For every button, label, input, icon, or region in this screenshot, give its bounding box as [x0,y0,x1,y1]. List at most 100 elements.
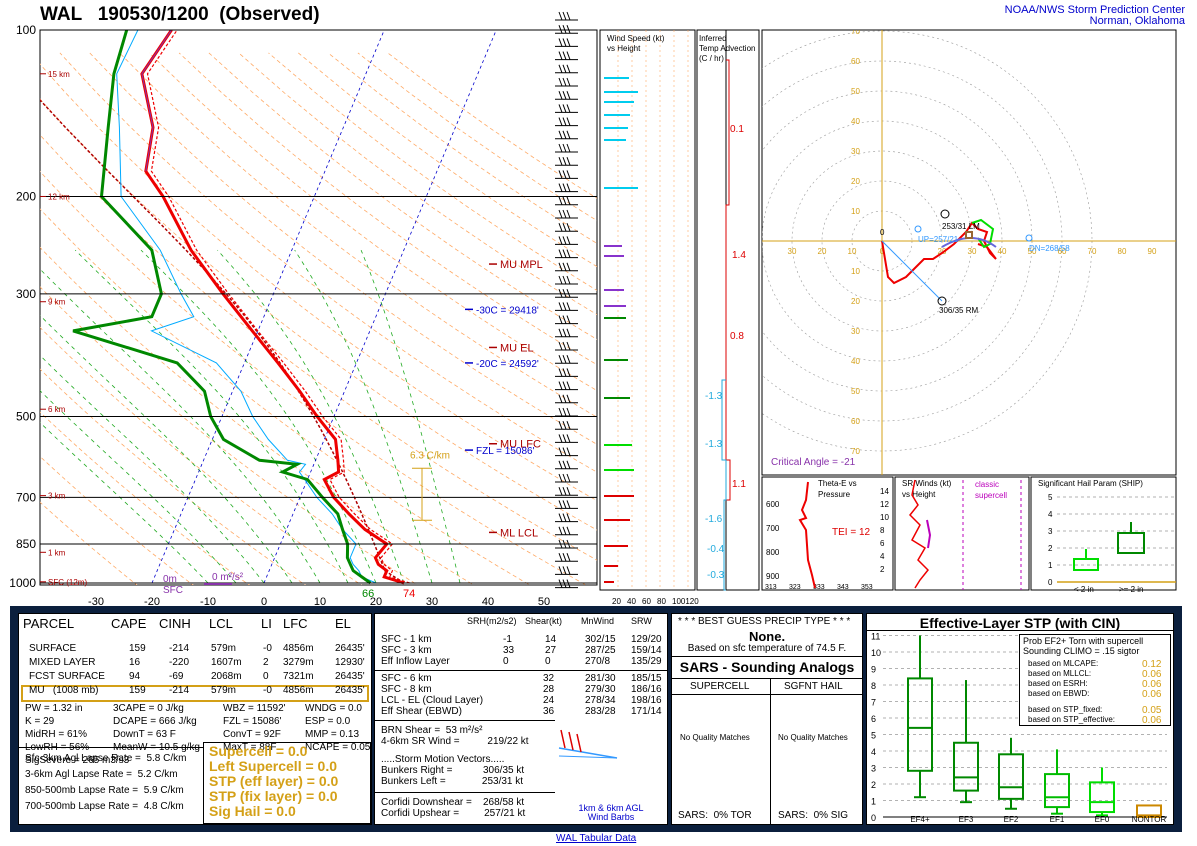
parcel-header: PARCEL CAPE CINH LCL LI LFC EL [23,616,369,632]
charts-area: 1002003005007008501000-30 -20 -10 0 10 20 30 40… [9,11,1189,606]
sars-col-hail: SGFNT HAIL [784,681,843,692]
kin-header-cell: SRH(m2/s2) [467,616,517,626]
wind-speed-panel: Wind Speed (kt) vs Height 20 40 60 80 100120 [599,29,699,606]
tabular-data-link[interactable]: WAL Tabular Data [556,833,636,844]
kin-cell: 14 [545,634,557,645]
stp-y-tick: 8 [871,681,876,691]
precip-note: Based on sfc temperature of 74.5 F. [687,643,847,654]
ship-x-label: >= 2 in [1119,585,1143,594]
parcel-cell: -214 [169,685,190,696]
hodo-x-tick: 70 [1088,247,1097,256]
parcel-cell: 26435' [335,643,365,654]
col-cape: CAPE [111,616,147,631]
kin-header-cell: MnWind [581,616,615,626]
composite-index: Sig Hail = 0.0 [209,803,296,819]
kin-cell: 28 [543,684,555,695]
hodo-x-tick: 30 [968,247,977,256]
stp-prob-box: Prob EF2+ Torn with supercell Sounding C… [1019,634,1171,726]
temp-tick-label: 10 [314,596,326,606]
eff-layer-bottom: 0m [163,574,177,585]
level-annotation: ML LCL [500,527,538,539]
hodo-rm-label: 306/35 RM [939,306,978,315]
thetae-y-tick: 700 [766,524,780,533]
stp-y-tick: 5 [871,731,876,741]
stp-prob-value: 0.06 [1142,715,1162,726]
temp-tick-label: -10 [200,596,216,606]
index-value: ConvT = 92F [223,729,281,740]
thetae-x-tick: 353 [861,584,873,591]
kin-cell: SFC - 8 km [381,684,432,695]
index-value: MeanW = 10.5 g/kg [113,742,200,753]
surface-temp-label: 74 [403,588,415,600]
tadv-value: 0.8 [730,331,744,342]
srw-y-tick: 14 [880,487,889,496]
wind-barb-flag [566,11,571,21]
kin-cell: 36 [543,706,555,717]
ship-y-tick: 2 [1048,544,1053,553]
wind-barb-flag [562,11,567,21]
height-label: 6 km [48,405,66,414]
kin-cell: 198/16 [631,695,662,706]
stp-prob-label: based on MLCAPE: [1028,659,1099,668]
pressure-tick-label: 300 [16,287,36,301]
hodo-y-tick: 60 [851,57,860,66]
index-value: MidRH = 61% [25,729,87,740]
stp-prob-label: based on EBWD: [1028,689,1090,698]
bunkers-left: Bunkers Left = 253/31 kt [381,776,524,787]
hodo-x-tick: 100 [1175,247,1189,256]
parcel-cell: -214 [169,643,190,654]
ship-y-tick: 3 [1048,527,1053,536]
sars-col-supercell: SUPERCELL [690,681,750,692]
level-annotation: FZL = 15086' [476,446,535,457]
col-cinh: CINH [159,616,191,631]
hodo-y-tick: 50 [851,387,860,396]
srw-y-tick: 6 [880,539,885,548]
parcel-cell: 2 [263,657,269,668]
thermo-box: PARCEL CAPE CINH LCL LI LFC EL SURFACE 15… [18,613,372,825]
lapse-rate-label: 6.3 C/km [410,450,450,461]
stp-category: EF0 [1095,815,1110,823]
stp-category: EF2 [1004,815,1019,823]
col-lfc: LFC [283,616,308,631]
tei-label: TEI = 12 [832,527,871,538]
hodo-y-tick: 60 [851,417,860,426]
srw-y-tick: 12 [880,500,889,509]
index-value: DownT = 63 F [113,729,176,740]
sars-title: SARS - Sounding Analogs [679,659,855,675]
kin-cell: SFC - 6 km [381,673,432,684]
hodo-y-tick: 20 [851,177,860,186]
stp-y-tick: 9 [871,665,876,675]
level-annotation: MU EL [500,342,534,354]
parcel-cell: -220 [169,657,190,668]
height-label: 15 km [48,70,70,79]
sars-supercell-nomatch: No Quality Matches [680,733,750,742]
srw-y-tick: 4 [880,552,885,561]
kin-cell: 32 [543,673,555,684]
sr-wind-4-6: 4-6km SR Wind = 219/22 kt [381,736,529,747]
lapse-rate-value: 3-6km Agl Lapse Rate = 5.2 C/km [25,769,178,780]
hodo-origin-label: 0 [880,228,885,237]
wspd-tick-label: 20 [612,597,621,606]
tadv-title-2: Temp Advection [699,44,755,53]
lapse-rate-value: 850-500mb Lapse Rate = 5.9 C/km [25,785,184,796]
hodo-y-tick: 70 [851,27,860,36]
temp-advection-panel: Inferred Temp Advection (C / hr) 0.1 1.4 0… [696,29,760,591]
level-annotation: MU MPL [500,259,543,271]
tadv-value: -0.4 [707,544,725,555]
kin-cell: 283/28 [585,706,616,717]
stp-category: NONTOR [1132,815,1167,823]
parcel-cell: MU (1008 mb) [29,685,99,696]
hodo-y-tick: 30 [851,327,860,336]
kin-cell: 0 [503,656,509,667]
index-value: K = 29 [25,716,55,727]
wspd-title-1: Wind Speed (kt) [607,34,665,43]
pressure-tick-label: 500 [16,410,36,424]
kin-cell: 27 [545,645,557,656]
kin-cell: 0 [545,656,551,667]
parcel-cell: 26435' [335,685,365,696]
kin-cell: 135/29 [631,656,662,667]
stp-prob-label: based on STP_fixed: [1028,705,1103,714]
kin-cell: 171/14 [631,706,662,717]
composite-index: STP (eff layer) = 0.0 [209,773,339,789]
temp-tick-label: 30 [426,596,438,606]
